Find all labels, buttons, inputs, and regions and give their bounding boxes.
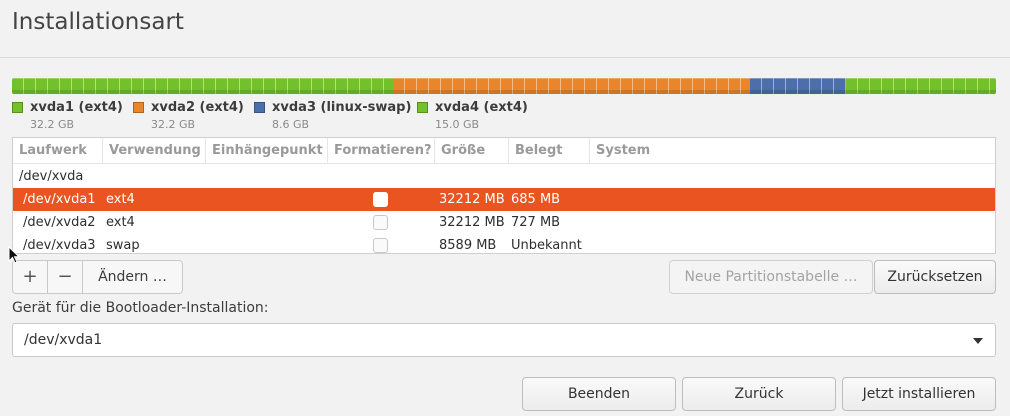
reset-button[interactable]: Zurücksetzen — [874, 260, 996, 294]
install-now-button[interactable]: Jetzt installieren — [842, 377, 996, 411]
format-checkbox[interactable] — [373, 238, 388, 253]
remove-partition-button[interactable]: − — [47, 260, 83, 294]
table-row[interactable]: /dev/xvda3 swap 8589 MB Unbekannt — [13, 234, 995, 253]
dropdown-arrow-icon — [973, 338, 983, 344]
column-header-groesse[interactable]: Größe — [434, 138, 508, 164]
legend-label: xvda3 (linux-swap) — [272, 100, 412, 115]
legend-size: 32.2 GB — [151, 118, 196, 131]
cell-laufwerk: /dev/xvda2 — [23, 215, 96, 230]
change-partition-button[interactable]: Ändern … — [82, 260, 183, 294]
format-checkbox[interactable] — [373, 215, 388, 230]
bootloader-selected-value: /dev/xvda1 — [24, 332, 103, 348]
column-header-laufwerk[interactable]: Laufwerk — [13, 138, 102, 164]
partition-bar-segment-xvda4 — [845, 78, 996, 94]
column-header-belegt[interactable]: Belegt — [508, 138, 589, 164]
partition-bar-segment-xvda2 — [393, 78, 750, 94]
partition-bar-segment-xvda1 — [12, 78, 394, 94]
cell-groesse: 8589 MB — [439, 238, 497, 253]
cell-laufwerk: /dev/xvda3 — [23, 238, 96, 253]
legend-swatch — [417, 102, 428, 113]
table-row-device[interactable]: /dev/xvda — [13, 165, 995, 188]
legend-item-xvda4: xvda4 (ext4) 15.0 GB — [417, 99, 537, 133]
bootloader-device-select[interactable]: /dev/xvda1 — [12, 323, 996, 357]
mouse-pointer-icon — [8, 246, 21, 264]
column-header-verwendung[interactable]: Verwendung — [102, 138, 205, 164]
partition-bar-segment-xvda3 — [749, 78, 846, 94]
legend-swatch — [133, 102, 144, 113]
page-title: Installationsart — [12, 9, 184, 35]
column-header-system[interactable]: System — [589, 138, 995, 164]
bootloader-label: Gerät für die Bootloader-Installation: — [12, 300, 269, 316]
table-row[interactable]: /dev/xvda1 ext4 32212 MB 685 MB — [13, 188, 995, 211]
cell-belegt: 727 MB — [511, 215, 561, 230]
partition-bar — [12, 78, 996, 94]
cell-verwendung: swap — [106, 238, 140, 253]
column-header-einhaengepunkt[interactable]: Einhängepunkt — [205, 138, 327, 164]
legend-item-xvda1: xvda1 (ext4) 32.2 GB — [12, 99, 123, 133]
quit-button[interactable]: Beenden — [522, 377, 676, 411]
legend-label: xvda2 (ext4) — [151, 100, 244, 115]
new-partition-table-button[interactable]: Neue Partitionstabelle … — [669, 260, 873, 294]
legend-label: xvda1 (ext4) — [30, 100, 123, 115]
legend-label: xvda4 (ext4) — [435, 100, 528, 115]
legend-size: 32.2 GB — [30, 118, 75, 131]
back-button[interactable]: Zurück — [682, 377, 836, 411]
partition-table[interactable]: Laufwerk Verwendung Einhängepunkt Format… — [12, 137, 996, 254]
cell-groesse: 32212 MB — [439, 215, 505, 230]
format-checkbox[interactable] — [373, 192, 388, 207]
title-divider — [0, 57, 1010, 58]
legend-swatch — [12, 102, 23, 113]
legend-item-xvda2: xvda2 (ext4) 32.2 GB — [133, 99, 244, 133]
cell-belegt: Unbekannt — [511, 238, 582, 253]
cell-verwendung: ext4 — [106, 215, 135, 230]
table-row[interactable]: /dev/xvda2 ext4 32212 MB 727 MB — [13, 211, 995, 234]
column-header-formatieren[interactable]: Formatieren? — [327, 138, 434, 164]
device-name: /dev/xvda — [19, 169, 84, 184]
legend-size: 8.6 GB — [272, 118, 310, 131]
cell-verwendung: ext4 — [106, 192, 135, 207]
legend-size: 15.0 GB — [435, 118, 480, 131]
cell-belegt: 685 MB — [511, 192, 561, 207]
cell-laufwerk: /dev/xvda1 — [23, 192, 96, 207]
table-header: Laufwerk Verwendung Einhängepunkt Format… — [13, 138, 995, 164]
legend-swatch — [254, 102, 265, 113]
partition-legend: xvda1 (ext4) 32.2 GB xvda2 (ext4) 32.2 G… — [12, 99, 551, 133]
legend-item-xvda3: xvda3 (linux-swap) 8.6 GB — [254, 99, 412, 133]
cell-groesse: 32212 MB — [439, 192, 505, 207]
